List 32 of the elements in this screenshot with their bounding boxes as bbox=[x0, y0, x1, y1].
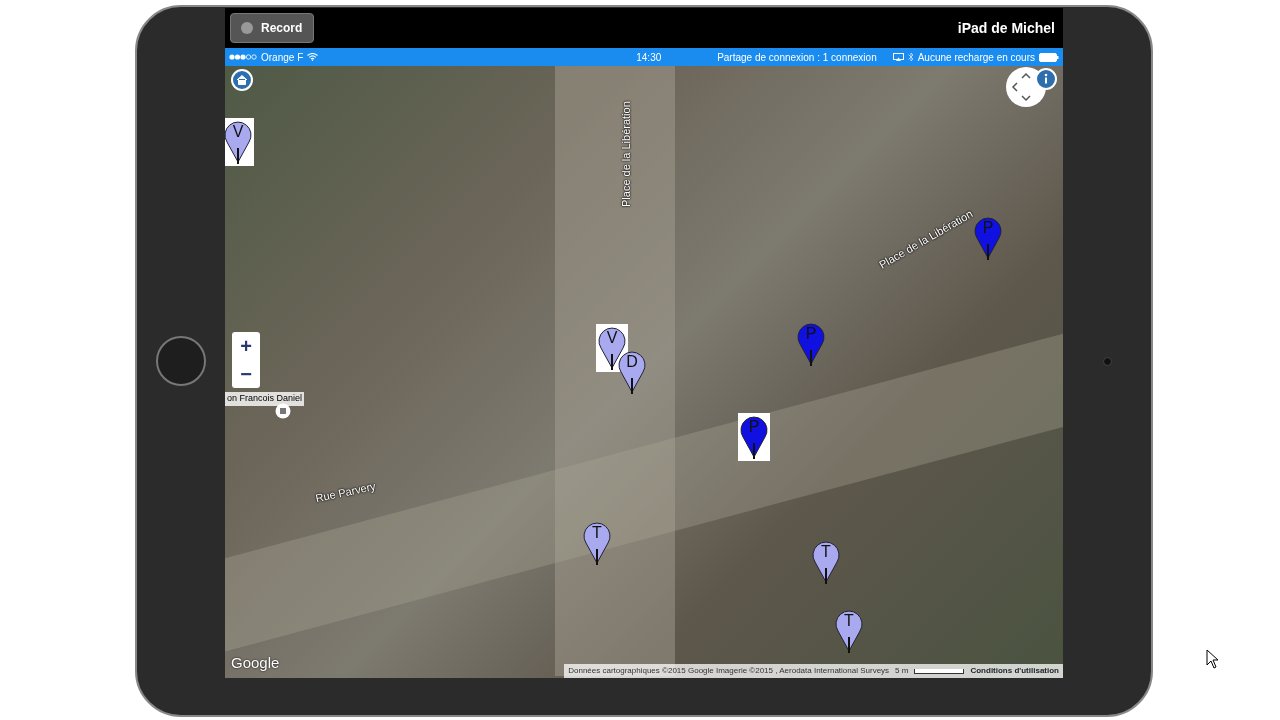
terms-link[interactable]: Conditions d'utilisation bbox=[970, 665, 1059, 677]
street-label: Rue Parvery bbox=[313, 478, 378, 507]
street-label: Place de la Libération bbox=[619, 101, 633, 207]
map-marker[interactable]: T bbox=[810, 538, 842, 586]
home-button[interactable] bbox=[156, 336, 206, 386]
street-label: on Francois Daniel bbox=[225, 392, 305, 406]
camera-icon bbox=[1102, 356, 1112, 366]
location-marker-icon bbox=[275, 403, 291, 419]
map-marker[interactable]: V bbox=[225, 118, 254, 166]
carrier-name: Orange F bbox=[261, 50, 304, 65]
hotspot-status: Partage de connexion : 1 connexion bbox=[717, 50, 877, 65]
attribution-text: Données cartographiques ©2015 Google Imagerie ©2015 , Aerodata International Surveys bbox=[568, 665, 890, 677]
map-marker[interactable]: T bbox=[833, 607, 865, 655]
battery-icon bbox=[1039, 52, 1059, 62]
zoom-in-button[interactable]: + bbox=[232, 332, 260, 360]
cursor-icon bbox=[1206, 649, 1220, 669]
signal-icon bbox=[229, 53, 257, 61]
status-time: 14:30 bbox=[636, 50, 662, 65]
home-icon[interactable] bbox=[231, 69, 253, 91]
bluetooth-icon bbox=[907, 52, 914, 62]
screen-mirroring-icon bbox=[892, 53, 904, 61]
zoom-out-button[interactable]: − bbox=[232, 360, 260, 388]
google-logo: Google bbox=[231, 652, 280, 673]
record-button[interactable]: Record bbox=[230, 13, 315, 43]
map-scale: 5 m bbox=[895, 665, 909, 677]
map-marker[interactable]: D bbox=[616, 348, 648, 396]
device-name: iPad de Michel bbox=[957, 18, 1055, 38]
scale-bar bbox=[914, 668, 965, 674]
charging-status: Aucune recharge en cours bbox=[917, 50, 1035, 65]
map-marker[interactable]: T bbox=[581, 519, 613, 567]
info-icon[interactable] bbox=[1035, 68, 1057, 90]
wifi-icon bbox=[307, 53, 319, 61]
